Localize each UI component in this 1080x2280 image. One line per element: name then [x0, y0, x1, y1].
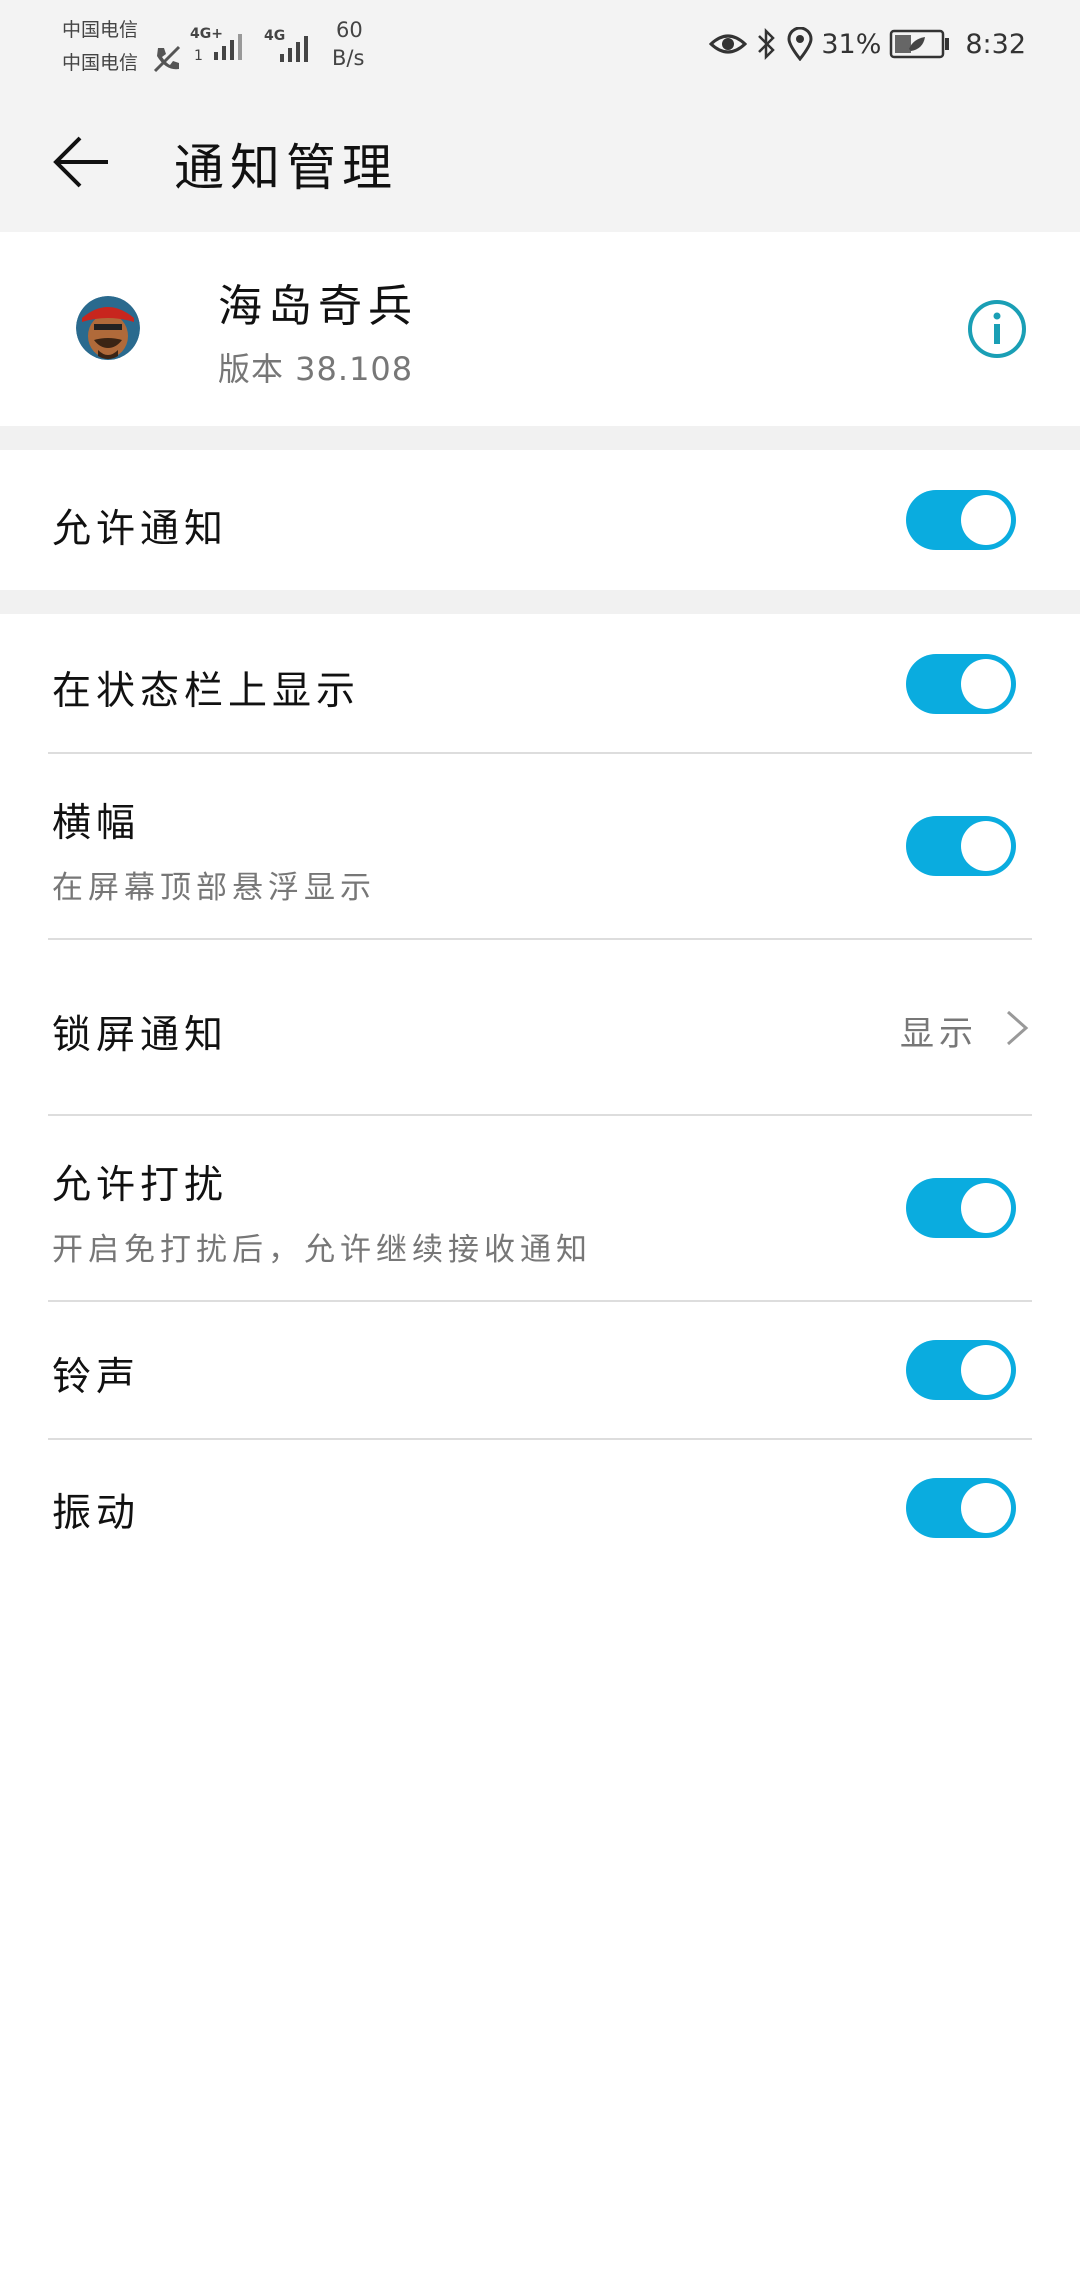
ringtone-label: 铃声 [52, 1355, 141, 1400]
svg-text:1: 1 [194, 48, 203, 64]
chevron-right-icon [1007, 1010, 1029, 1046]
banner-description: 在屏幕顶部悬浮显示 [52, 870, 376, 906]
toggle-knob [961, 1183, 1011, 1233]
right-status-group: 31% 8:32 [709, 24, 1026, 64]
status-bar-display-toggle[interactable] [906, 654, 1016, 714]
app-info-header: 海岛奇兵 版本 38.108 [0, 232, 1080, 426]
lock-screen-value: 显示 [900, 1014, 978, 1054]
section-gap [0, 426, 1080, 450]
clock: 8:32 [965, 28, 1026, 60]
banner-row[interactable]: 横幅 在屏幕顶部悬浮显示 [0, 754, 1080, 940]
title-bar: 通知管理 [0, 120, 1080, 200]
speed-unit: B/s [332, 46, 365, 70]
location-icon [787, 27, 813, 61]
status-bar-display-label: 在状态栏上显示 [52, 669, 361, 714]
toggle-knob [961, 1483, 1011, 1533]
status-bar: 中国电信 中国电信 4G+ 1 4G 60 B/s 31% 8:32 [0, 0, 1080, 92]
section-gap [0, 590, 1080, 614]
network-speed: 60 B/s [332, 16, 364, 72]
network-1-label: 4G+ [190, 26, 223, 42]
info-icon[interactable] [966, 298, 1028, 360]
allow-notifications-label: 允许通知 [52, 507, 229, 552]
toggle-knob [961, 495, 1011, 545]
allow-notifications-toggle[interactable] [906, 490, 1016, 550]
allow-interrupt-label: 允许打扰 [52, 1163, 229, 1208]
banner-label: 横幅 [52, 801, 141, 846]
app-icon [76, 296, 140, 360]
speed-value: 60 [336, 18, 363, 42]
ringtone-row[interactable]: 铃声 [0, 1302, 1080, 1440]
carrier-2-label: 中国电信 [62, 52, 139, 74]
toggle-knob [961, 821, 1011, 871]
signal-2-icon: 4G [262, 26, 322, 72]
allow-interrupt-description: 开启免打扰后，允许继续接收通知 [52, 1232, 592, 1268]
ringtone-toggle[interactable] [906, 1340, 1016, 1400]
network-2-label: 4G [264, 28, 285, 44]
carrier-labels: 中国电信 中国电信 [62, 14, 138, 80]
bluetooth-icon [758, 27, 776, 61]
toggle-knob [961, 659, 1011, 709]
vibration-label: 振动 [52, 1491, 141, 1536]
banner-toggle[interactable] [906, 816, 1016, 876]
vibration-toggle[interactable] [906, 1478, 1016, 1538]
battery-icon [890, 29, 950, 59]
page-title: 通知管理 [174, 139, 398, 197]
carrier-1-label: 中国电信 [62, 19, 139, 41]
lock-screen-row[interactable]: 锁屏通知 显示 [0, 940, 1080, 1116]
app-version: 版本 38.108 [218, 350, 414, 388]
vibration-row[interactable]: 振动 [0, 1440, 1080, 1580]
signal-1-icon: 4G+ 1 [188, 24, 252, 72]
lock-screen-label: 锁屏通知 [52, 1013, 229, 1058]
battery-percent: 31% [821, 28, 882, 60]
app-name: 海岛奇兵 [218, 281, 418, 332]
toggle-knob [961, 1345, 1011, 1395]
allow-interrupt-row[interactable]: 允许打扰 开启免打扰后，允许继续接收通知 [0, 1116, 1080, 1302]
allow-notifications-row[interactable]: 允许通知 [0, 450, 1080, 590]
eye-icon [709, 34, 748, 54]
back-arrow-icon[interactable] [50, 130, 114, 194]
no-call-icon [153, 45, 181, 73]
status-bar-display-row[interactable]: 在状态栏上显示 [0, 614, 1080, 754]
top-area: 中国电信 中国电信 4G+ 1 4G 60 B/s 31% 8:32 通知管理 [0, 0, 1080, 232]
allow-interrupt-toggle[interactable] [906, 1178, 1016, 1238]
